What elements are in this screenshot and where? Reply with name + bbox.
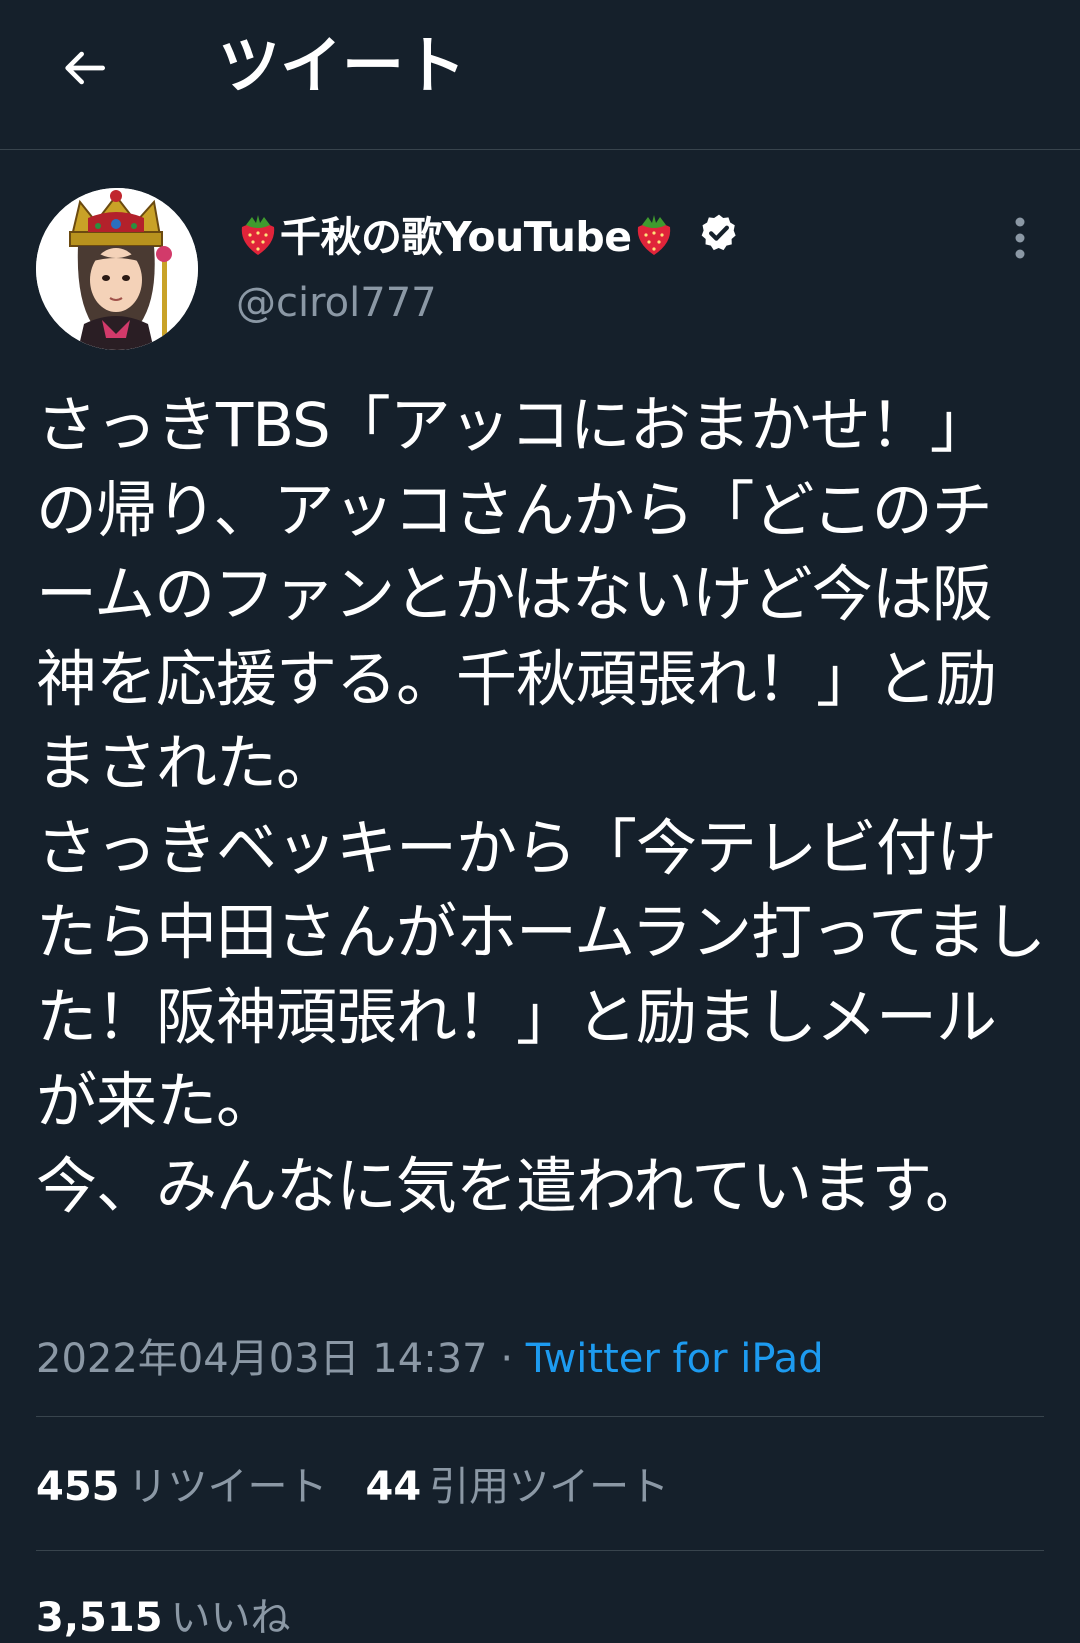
author-display-name[interactable]: 千秋の歌YouTube	[280, 203, 632, 263]
strawberry-icon	[241, 215, 275, 255]
tweet-source-link[interactable]: Twitter for iPad	[526, 1336, 824, 1382]
back-button[interactable]	[50, 34, 118, 102]
likes-stats-row: 3,515 いいね	[36, 1586, 329, 1642]
quotes-stat[interactable]: 44 引用ツイート	[366, 1454, 670, 1512]
tweet-meta: 2022年04月03日 14:37 · Twitter for iPad	[36, 1326, 824, 1384]
retweets-count: 455	[36, 1464, 120, 1510]
avatar-illustration	[36, 188, 198, 350]
retweets-label: リツイート	[127, 1464, 328, 1510]
author-name-row[interactable]: 千秋の歌YouTube	[236, 200, 740, 266]
verified-badge-icon	[701, 214, 736, 251]
divider	[36, 1550, 1044, 1551]
likes-count: 3,515	[36, 1595, 163, 1641]
strawberry-icon	[637, 215, 670, 255]
avatar[interactable]	[36, 188, 198, 350]
quotes-count: 44	[365, 1464, 422, 1510]
share-stats-row: 455 リツイート 44 引用ツイート	[36, 1450, 707, 1516]
likes-label: いいね	[170, 1595, 291, 1641]
quotes-label: 引用ツイート	[429, 1464, 670, 1510]
tweet-datetime[interactable]: 2022年04月03日 14:37	[36, 1336, 488, 1382]
meta-separator: ·	[500, 1336, 514, 1382]
likes-stat[interactable]: 3,515 いいね	[36, 1585, 291, 1643]
divider	[36, 1416, 1044, 1417]
arrow-left-icon	[65, 51, 105, 85]
top-bar: ツイート	[0, 0, 1080, 150]
retweets-stat[interactable]: 455 リツイート	[36, 1454, 328, 1512]
more-options-button[interactable]	[1000, 210, 1040, 266]
author-handle[interactable]: @cirol777	[236, 280, 437, 326]
tweet-text: さっきTBS「アッコにおまかせ！」の帰り、アッコさんから「どこのチームのファンと…	[36, 390, 1046, 1222]
page-title: ツイート	[218, 29, 467, 102]
more-vertical-icon	[1015, 217, 1025, 259]
